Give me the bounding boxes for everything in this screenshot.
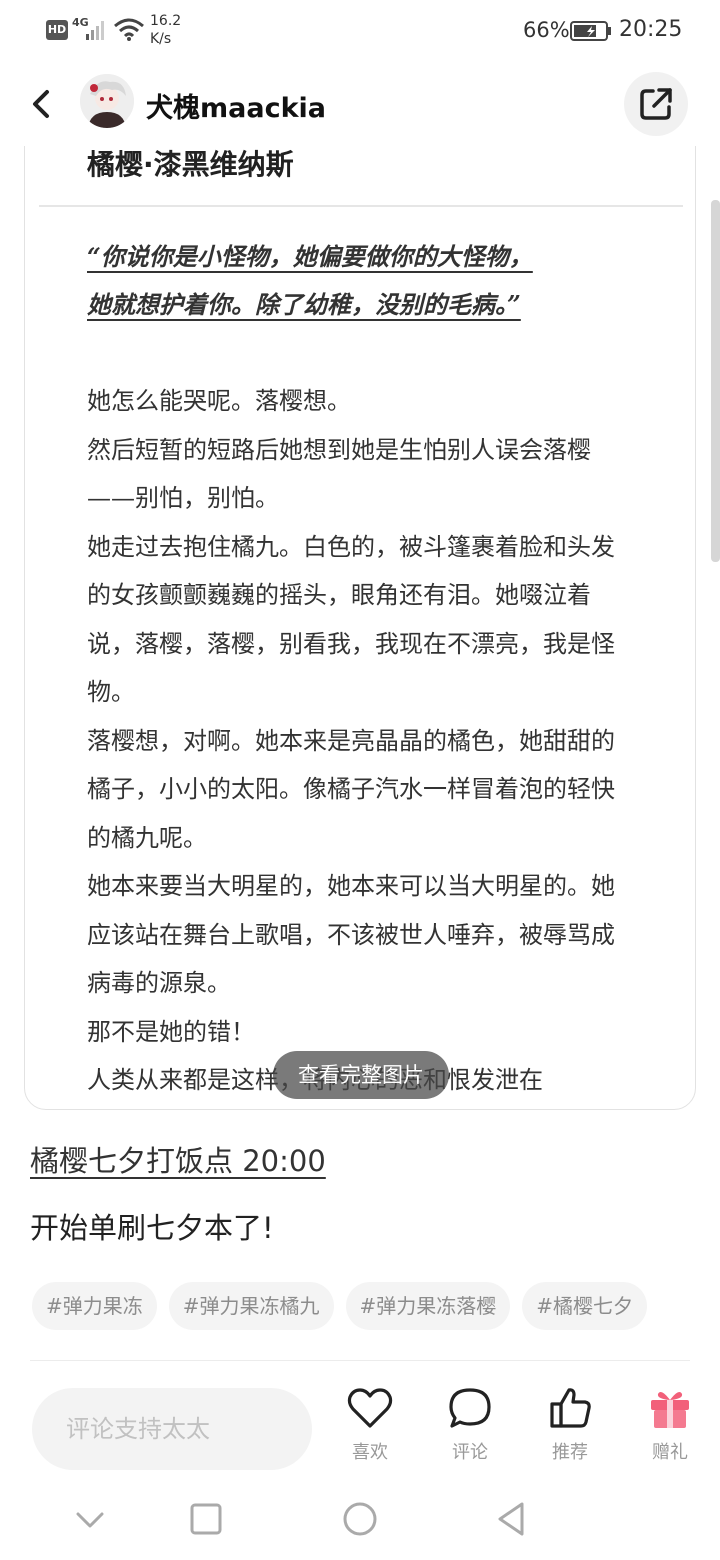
paragraph: 那不是她的错！ [87,1017,255,1046]
comment-button[interactable]: 评论 [430,1386,510,1476]
image-title: 橘樱·漆黑维纳斯 [87,148,294,181]
post-image-card[interactable]: 橘樱·漆黑维纳斯 “你说你是小怪物，她偏要做你的大怪物， 她就想护着你。除了幼稚… [24,120,696,1110]
image-divider [39,205,683,207]
home-icon[interactable] [336,1498,384,1542]
recommend-label: 推荐 [552,1442,588,1463]
status-bar: HD 4G 16.2 K/s 66% 20:25 [0,0,720,62]
avatar-image-icon [80,74,134,128]
network-speed: 16.2 K/s [150,13,182,47]
image-body-text: 她怎么能哭呢。落樱想。 然后短暂的短路后她想到她是生怕别人误会落樱——别怕，别怕… [87,377,627,1105]
system-navigation-bar [0,1480,720,1560]
author-name[interactable]: 犬槐maackia [146,86,326,125]
divider [30,1360,690,1361]
tag-chip[interactable]: #弹力果冻落樱 [345,1282,511,1330]
chevron-down-icon[interactable] [66,1498,114,1542]
view-full-image-button[interactable]: 查看完整图片 [273,1051,449,1099]
recommend-button[interactable]: 推荐 [530,1386,610,1476]
paragraph: 她本来要当大明星的，她本来可以当大明星的。她应该站在舞台上歌唱，不该被世人唾弃，… [87,872,615,997]
share-icon [640,88,672,120]
signal-icon [86,21,104,40]
post-title: 橘樱七夕打饭点 20:00 [30,1144,326,1178]
comment-label: 评论 [452,1442,488,1463]
paragraph: 她怎么能哭呢。落樱想。 [87,387,351,415]
scrollbar[interactable] [711,200,720,562]
share-button[interactable] [624,72,688,136]
paragraph: 落樱想，对啊。她本来是亮晶晶的橘色，她甜甜的橘子，小小的太阳。像橘子汽水一样冒着… [87,726,615,852]
tag-list: #弹力果冻 #弹力果冻橘九 #弹力果冻落樱 #橘樱七夕 [32,1282,688,1330]
battery-percent: 66% [523,18,570,42]
back-arrow-icon[interactable] [24,84,60,124]
battery-icon [570,21,611,41]
thumbs-up-icon [550,1388,591,1428]
tag-chip[interactable]: #橘樱七夕 [522,1282,648,1330]
gift-label: 赠礼 [652,1442,688,1463]
paragraph: 然后短暂的短路后她想到她是生怕别人误会落樱——别怕，别怕。 [87,435,591,513]
speech-bubble-icon [449,1388,491,1428]
tag-chip[interactable]: #弹力果冻橘九 [168,1282,334,1330]
wifi-icon [114,18,144,41]
author-avatar[interactable] [80,74,134,128]
post-text: 开始单刷七夕本了! [30,1211,274,1245]
comment-input[interactable]: 评论支持太太 [32,1388,312,1470]
gift-button[interactable]: 赠礼 [630,1386,710,1476]
heart-icon [347,1388,393,1428]
paragraph: 她走过去抱住橘九。白色的，被斗篷裹着脸和头发的女孩颤颤巍巍的摇头，眼角还有泪。她… [87,532,615,707]
gift-icon [651,1392,689,1428]
like-button[interactable]: 喜欢 [330,1386,410,1476]
clock: 20:25 [619,17,683,42]
post-header: 犬槐maackia [0,62,720,146]
recent-apps-icon[interactable] [182,1498,230,1542]
nav-back-icon[interactable] [488,1498,536,1542]
like-label: 喜欢 [352,1442,388,1463]
tag-chip[interactable]: #弹力果冻 [32,1282,157,1330]
image-quote: “你说你是小怪物，她偏要做你的大怪物， 她就想护着你。除了幼稚，没别的毛病。” [87,242,533,319]
hd-indicator: HD [46,20,68,40]
